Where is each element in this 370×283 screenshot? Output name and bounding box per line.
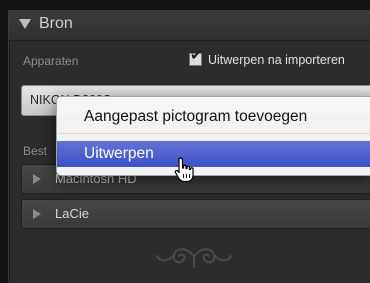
destination-label: Best — [23, 144, 48, 158]
triangle-right-icon[interactable] — [33, 174, 41, 184]
devices-label: Apparaten — [23, 54, 79, 68]
checkmark-icon: ✔ — [190, 47, 203, 64]
menu-item-label: Uitwerpen — [84, 145, 154, 162]
eject-after-import-label[interactable]: Uitwerpen na importeren — [208, 53, 345, 67]
menu-separator — [58, 133, 370, 134]
triangle-right-icon[interactable] — [33, 209, 41, 219]
panel-header[interactable]: Bron — [9, 10, 370, 41]
triangle-down-icon[interactable] — [19, 19, 31, 29]
decorative-scroll-icon — [156, 248, 232, 268]
folder-label: LaCie — [55, 206, 89, 221]
context-menu: Aangepast pictogram toevoegen Uitwerpen — [56, 96, 370, 176]
panel-title: Bron — [39, 15, 73, 32]
menu-item-label: Aangepast pictogram toevoegen — [84, 108, 308, 125]
menu-item-eject[interactable]: Uitwerpen — [57, 141, 370, 167]
menu-item-add-custom-icon[interactable]: Aangepast pictogram toevoegen — [57, 104, 370, 130]
hand-pointer-cursor-icon — [174, 157, 194, 183]
folder-row-lacie[interactable]: LaCie — [21, 199, 370, 229]
